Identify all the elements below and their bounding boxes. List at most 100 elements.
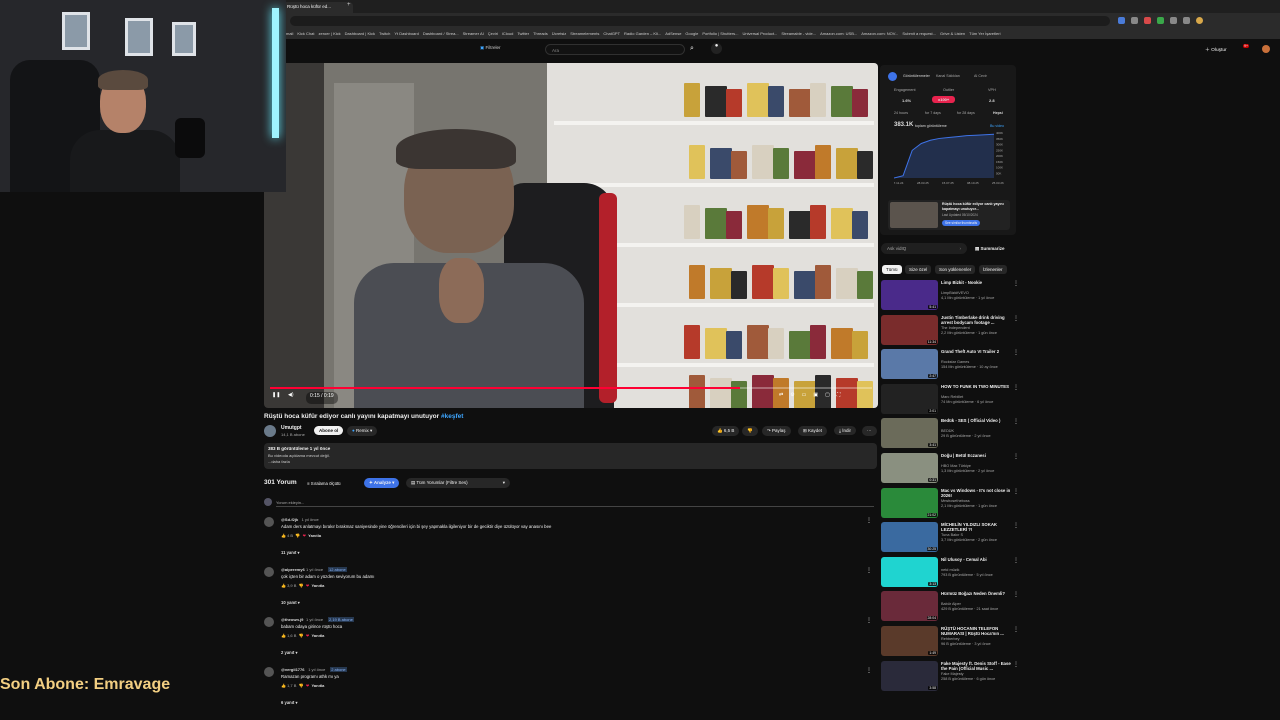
comment-avatar[interactable]: [264, 517, 274, 527]
stats-tab-views[interactable]: Görüntülenmeler: [903, 74, 930, 78]
range-24h[interactable]: 24 hours: [894, 111, 908, 115]
recommendation-menu-icon[interactable]: ⋮: [1013, 418, 1019, 425]
recommendation-title[interactable]: HOW TO FUNK IN TWO MINUTES: [941, 384, 1013, 389]
comment-author[interactable]: @Sd-f2jk: [281, 517, 298, 522]
save-button[interactable]: ⊞ Kaydet: [798, 426, 828, 436]
replies-toggle[interactable]: 2 yanıt ▾: [281, 650, 298, 655]
recommendation-thumbnail[interactable]: 3:41: [881, 418, 938, 449]
chip-2[interactable]: Son yüklenenler: [935, 265, 976, 274]
comment-avatar[interactable]: [264, 667, 274, 677]
recommendation-menu-icon[interactable]: ⋮: [1013, 315, 1019, 322]
chip-3[interactable]: İzlenenler: [979, 265, 1007, 274]
stats-tab-channel[interactable]: Kanal Sıklıkları: [936, 74, 960, 78]
recommendation-thumbnail[interactable]: 3:58: [881, 660, 938, 691]
bookmark-item[interactable]: zeroer | Kick: [318, 31, 340, 36]
replies-toggle[interactable]: 10 yanıt ▾: [281, 600, 300, 605]
views-label[interactable]: toplam görüntüleme: [915, 124, 947, 128]
create-button[interactable]: ＋ Oluştur: [1205, 46, 1227, 53]
recommendation-title[interactable]: RÜŞTÜ HOCANIN TELEFON NUMARASI | Rüştü H…: [941, 626, 1013, 636]
recommendation-title[interactable]: Fake Majesty ft. Denis Stoff - Ease the …: [941, 661, 1013, 671]
download-button[interactable]: ⤓ İndir: [834, 426, 857, 435]
recommendation-channel[interactable]: HBO Max Türkiye: [941, 464, 1013, 468]
notification-badge[interactable]: 9+: [1243, 44, 1249, 48]
recommendation-menu-icon[interactable]: ⋮: [1013, 557, 1019, 564]
comment-time[interactable]: 1 yıl önce: [306, 617, 323, 622]
avatar[interactable]: [1262, 45, 1270, 53]
recommendation-title[interactable]: Grand Theft Auto VI Trailer 2: [941, 349, 1013, 354]
channel-avatar[interactable]: [264, 425, 276, 437]
recommendation-channel[interactable]: Babür Alper: [941, 602, 1013, 606]
recommendation-menu-icon[interactable]: ⋮: [1013, 591, 1019, 598]
stats-tab-ai[interactable]: AI Cevir: [974, 74, 987, 78]
recommendation-thumbnail[interactable]: 28:04: [881, 591, 938, 622]
thumbs-down-icon[interactable]: 👎: [299, 633, 304, 638]
bookmark-item[interactable]: Streamelements: [570, 31, 599, 36]
recommendation-item[interactable]: 28:04 Hürmüz Boğazı Neden Önemli? Babür …: [881, 591, 1021, 623]
mic-icon[interactable]: ●: [711, 43, 722, 54]
recommendation-channel[interactable]: netd müzik: [941, 568, 1013, 572]
bookmark-item[interactable]: Tüm Yer İşaretleri: [969, 31, 1000, 36]
thumbs-down-icon[interactable]: 👎: [299, 683, 304, 688]
bookmark-item[interactable]: Çeviri: [488, 31, 498, 36]
recommendation-channel[interactable]: Fake Majesty: [941, 672, 1013, 676]
extensions-icons[interactable]: [1118, 17, 1268, 25]
reply-button[interactable]: Yanıtla: [311, 683, 324, 688]
recommendation-thumbnail[interactable]: 5:41: [881, 280, 938, 310]
bookmark-item[interactable]: Kick Chat: [297, 31, 314, 36]
recommendation-menu-icon[interactable]: ⋮: [1013, 488, 1019, 495]
recommendation-menu-icon[interactable]: ⋮: [1013, 384, 1019, 391]
recommendation-item[interactable]: 30:25 MİCHELİN YILDIZLI SOKAK LEZZETLERİ…: [881, 522, 1021, 554]
recommendation-item[interactable]: 3:58 Fake Majesty ft. Denis Stoff - Ease…: [881, 660, 1021, 693]
comment-author[interactable]: @alperemy6: [281, 567, 305, 572]
reply-button[interactable]: Yanıtla: [311, 583, 324, 588]
comment-avatar[interactable]: [264, 617, 274, 627]
thumbs-down-icon[interactable]: 👎: [299, 583, 304, 588]
recommendation-thumbnail[interactable]: 2:01: [881, 383, 938, 414]
comment-time[interactable]: 1 yıl önce: [306, 567, 323, 572]
recommendation-title[interactable]: Doğu | Betül Eczanesi: [941, 453, 1013, 458]
bookmark-item[interactable]: Portfolio | Shutters...: [702, 31, 738, 36]
recommendation-menu-icon[interactable]: ⋮: [1013, 626, 1019, 633]
bookmark-item[interactable]: ChatGPT: [603, 31, 620, 36]
recommendation-menu-icon[interactable]: ⋮: [1013, 661, 1019, 668]
recommendation-thumbnail[interactable]: 11:34: [881, 314, 938, 345]
bookmark-item[interactable]: Google: [685, 31, 698, 36]
thumbs-down-icon[interactable]: 👎: [295, 533, 300, 538]
comment-time[interactable]: 1 yıl önce: [308, 667, 325, 672]
recommendation-item[interactable]: 3:41 Bedük - SES ( Official Video ) BEDÜ…: [881, 418, 1021, 450]
comment-time[interactable]: 1 yıl önce: [302, 517, 319, 522]
bookmark-item[interactable]: Dashboard | Kick: [345, 31, 375, 36]
chip-0[interactable]: Tümü: [882, 265, 902, 274]
analyze-button[interactable]: ✦ Analyze ▾: [364, 478, 400, 488]
bookmark-item[interactable]: mail: [286, 31, 293, 36]
comment-menu-icon[interactable]: ⋮: [866, 567, 872, 574]
recommendation-title[interactable]: Limp Bizkit - Nookie: [941, 280, 1013, 285]
recommendation-channel[interactable]: Marc Rebillet: [941, 395, 1013, 399]
recommendation-channel[interactable]: LimpBizkitVEVO: [941, 291, 1013, 295]
recommendation-thumbnail[interactable]: 2:47: [881, 349, 938, 380]
dislike-button[interactable]: 👎: [742, 426, 758, 436]
bookmark-item[interactable]: Amazon.com: NOV...: [861, 31, 898, 36]
video-player[interactable]: ❚❚ ◀) 0:15 / 0:19 ⇄⚙▭▣▢⛶: [264, 63, 878, 408]
add-comment-input[interactable]: Yorum ekleyin...: [276, 500, 874, 507]
video-hashtag[interactable]: #keşfet: [441, 413, 463, 420]
bookmark-item[interactable]: AdSense: [665, 31, 681, 36]
range-7d[interactable]: for 7 days: [925, 111, 941, 115]
recommendation-title[interactable]: Hürmüz Boğazı Neden Önemli?: [941, 591, 1013, 596]
recommendation-channel[interactable]: BEDÜK: [941, 429, 1013, 433]
recommendation-thumbnail[interactable]: 1:49: [881, 626, 938, 656]
comment-filter-select[interactable]: ▤ Tüm Yorumlar (Filtre Ses) ▾: [406, 478, 510, 488]
channel-name[interactable]: Umutgpt: [281, 425, 302, 431]
player-settings-icons[interactable]: ⇄⚙▭▣▢⛶: [779, 392, 847, 404]
chip-1[interactable]: Size özel: [905, 265, 932, 274]
recommendation-menu-icon[interactable]: ⋮: [1013, 453, 1019, 460]
bookmark-item[interactable]: Dashboard / Strea...: [423, 31, 459, 36]
comment-author[interactable]: @theown.j9: [281, 617, 303, 622]
recommendation-item[interactable]: 3:13 Nil Ulusoy - Cemal Abi netd müzik 7…: [881, 556, 1021, 589]
recommendation-thumbnail[interactable]: 0:31: [881, 453, 938, 483]
recommendation-item[interactable]: 2:47 Grand Theft Auto VI Trailer 2 Rocks…: [881, 349, 1021, 381]
recommendation-item[interactable]: 5:41 Limp Bizkit - Nookie LimpBizkitVEVO…: [881, 280, 1021, 312]
filters-button[interactable]: ▣ Filtreler: [480, 45, 501, 51]
range-28d[interactable]: for 28 days: [957, 111, 975, 115]
similar-thumbnails-button[interactable]: See similar thumbnails: [942, 220, 981, 226]
